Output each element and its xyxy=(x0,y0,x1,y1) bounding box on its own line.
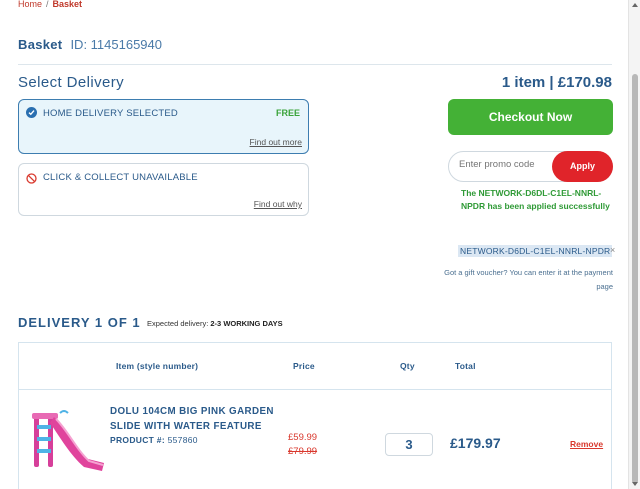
scroll-down-icon[interactable] xyxy=(632,482,638,486)
expected-delivery-value: 2-3 WORKING DAYS xyxy=(210,319,283,328)
breadcrumb-separator: / xyxy=(46,0,49,9)
expected-delivery-label: Expected delivery: xyxy=(147,319,209,328)
header-price: Price xyxy=(293,361,315,371)
price-current: £59.99 xyxy=(288,432,318,443)
pink-slide-image[interactable] xyxy=(26,409,106,475)
home-delivery-label: HOME DELIVERY SELECTED xyxy=(43,108,178,119)
basket-table xyxy=(18,342,612,489)
expected-delivery: Expected delivery: 2-3 WORKING DAYS xyxy=(147,319,283,328)
product-number: PRODUCT #: 557860 xyxy=(110,435,198,445)
check-circle-icon xyxy=(26,107,37,118)
header-item: Item (style number) xyxy=(116,361,199,371)
basket-page: Home / Basket Basket ID: 1145165940 Select … xyxy=(0,0,628,489)
promo-success-message: The NETWORK-D6DL-C1EL-NNRL-NPDR has been… xyxy=(461,188,610,211)
product-number-label: PRODUCT #: xyxy=(110,435,165,445)
gift-voucher-note: Got a gift voucher? You can enter it at … xyxy=(444,268,613,291)
line-total: £179.97 xyxy=(450,435,501,451)
header-qty: Qty xyxy=(400,361,415,371)
free-badge: FREE xyxy=(275,108,300,118)
no-entry-icon xyxy=(26,171,37,184)
apply-promo-button[interactable]: Apply xyxy=(552,151,613,182)
scrollbar-thumb[interactable] xyxy=(632,74,638,484)
click-collect-label: CLICK & COLLECT UNAVAILABLE xyxy=(43,172,198,183)
basket-summary: 1 item | £170.98 xyxy=(501,74,612,91)
click-collect-option: CLICK & COLLECT UNAVAILABLE Find out why xyxy=(18,163,309,216)
home-delivery-option[interactable]: HOME DELIVERY SELECTED FREE Find out mor… xyxy=(18,99,309,154)
header-divider xyxy=(18,64,612,65)
quantity-input[interactable]: 3 xyxy=(385,433,433,456)
scroll-up-icon[interactable] xyxy=(632,3,638,7)
breadcrumb-home[interactable]: Home xyxy=(18,0,42,9)
header-total: Total xyxy=(455,361,476,371)
breadcrumb-current: Basket xyxy=(52,0,83,9)
breadcrumb: Home / Basket xyxy=(18,0,82,9)
select-delivery-title: Select Delivery xyxy=(18,74,125,91)
basket-id: ID: 1145165940 xyxy=(70,37,162,52)
remove-item-link[interactable]: Remove xyxy=(570,439,603,449)
basket-title: Basket xyxy=(18,37,63,52)
promo-code-input[interactable] xyxy=(459,159,549,170)
delivery-section-title: DELIVERY 1 OF 1 xyxy=(18,315,141,330)
vertical-scrollbar[interactable] xyxy=(628,0,640,489)
basket-header: Basket ID: 1145165940 xyxy=(18,37,162,52)
find-out-why-link[interactable]: Find out why xyxy=(254,199,302,209)
price-original: £79.99 xyxy=(288,446,318,457)
applied-promo-code: NETWORK-D6DL-C1EL-NNRL-NPDR xyxy=(458,245,613,257)
checkout-now-button[interactable]: Checkout Now xyxy=(448,99,613,135)
find-out-more-link[interactable]: Find out more xyxy=(250,137,302,147)
table-header-divider xyxy=(19,389,611,390)
product-name[interactable]: DOLU 104CM BIG PINK GARDEN SLIDE WITH WA… xyxy=(110,405,290,434)
product-number-value: 557860 xyxy=(167,435,198,445)
remove-promo-icon[interactable]: × xyxy=(610,245,615,255)
